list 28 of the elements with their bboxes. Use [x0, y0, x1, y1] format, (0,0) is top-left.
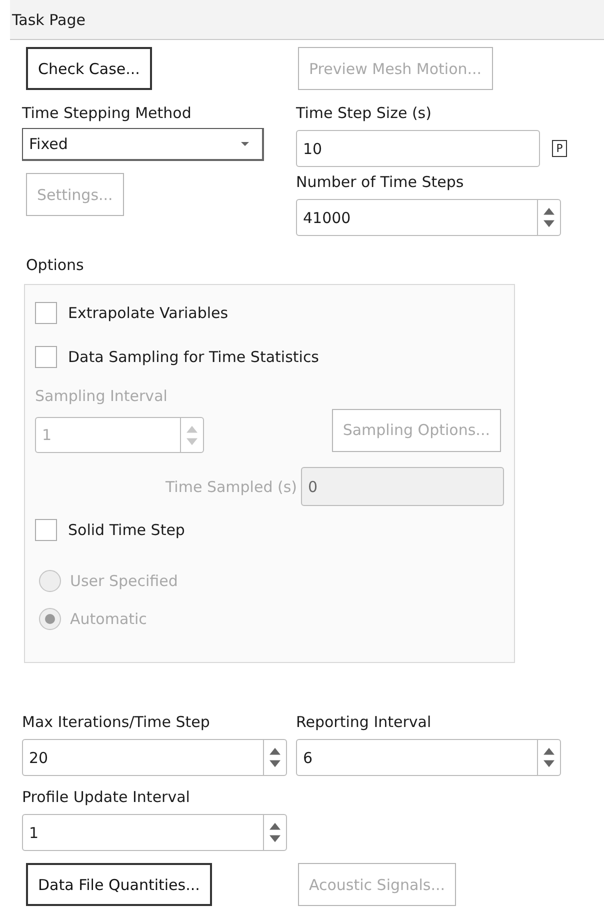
radio-label: Automatic	[70, 610, 147, 628]
group-title: Options	[26, 255, 85, 276]
field-label: Reporting Interval	[296, 712, 432, 733]
field-label: Number of Time Steps	[296, 172, 465, 193]
input-field[interactable]: 10	[296, 130, 540, 167]
number-field[interactable]: 6	[296, 739, 561, 776]
field-label: Time Step Size (s)	[296, 103, 432, 124]
method-dropdown[interactable]: Fixed	[22, 128, 264, 161]
data-file-quantities-button[interactable]: Data File Quantities...	[26, 863, 212, 906]
parameter-button[interactable]: P	[552, 140, 567, 157]
checkbox[interactable]	[35, 302, 57, 324]
page-title: Task Page	[12, 10, 86, 28]
number-field[interactable]: 41000	[296, 199, 561, 236]
caret-icon	[240, 141, 250, 147]
checkbox-label: Solid Time Step	[68, 521, 185, 539]
number-field[interactable]: 20	[22, 739, 287, 776]
field-label: Time Sampled (s)	[164, 478, 298, 496]
field-label: Profile Update Interval	[22, 787, 191, 808]
checkbox-label: Data Sampling for Time Statistics	[68, 348, 320, 366]
number-field[interactable]: 1	[22, 814, 287, 851]
field-label: Time Stepping Method	[22, 103, 192, 124]
checkbox[interactable]	[35, 346, 57, 368]
radio-label: User Specified	[70, 572, 178, 590]
checkbox-label: Extrapolate Variables	[68, 304, 228, 322]
field-label: Sampling Interval	[35, 386, 168, 407]
check-case-button[interactable]: Check Case...	[26, 47, 152, 90]
field-label: Max Iterations/Time Step	[22, 712, 211, 733]
checkbox[interactable]	[35, 519, 57, 541]
